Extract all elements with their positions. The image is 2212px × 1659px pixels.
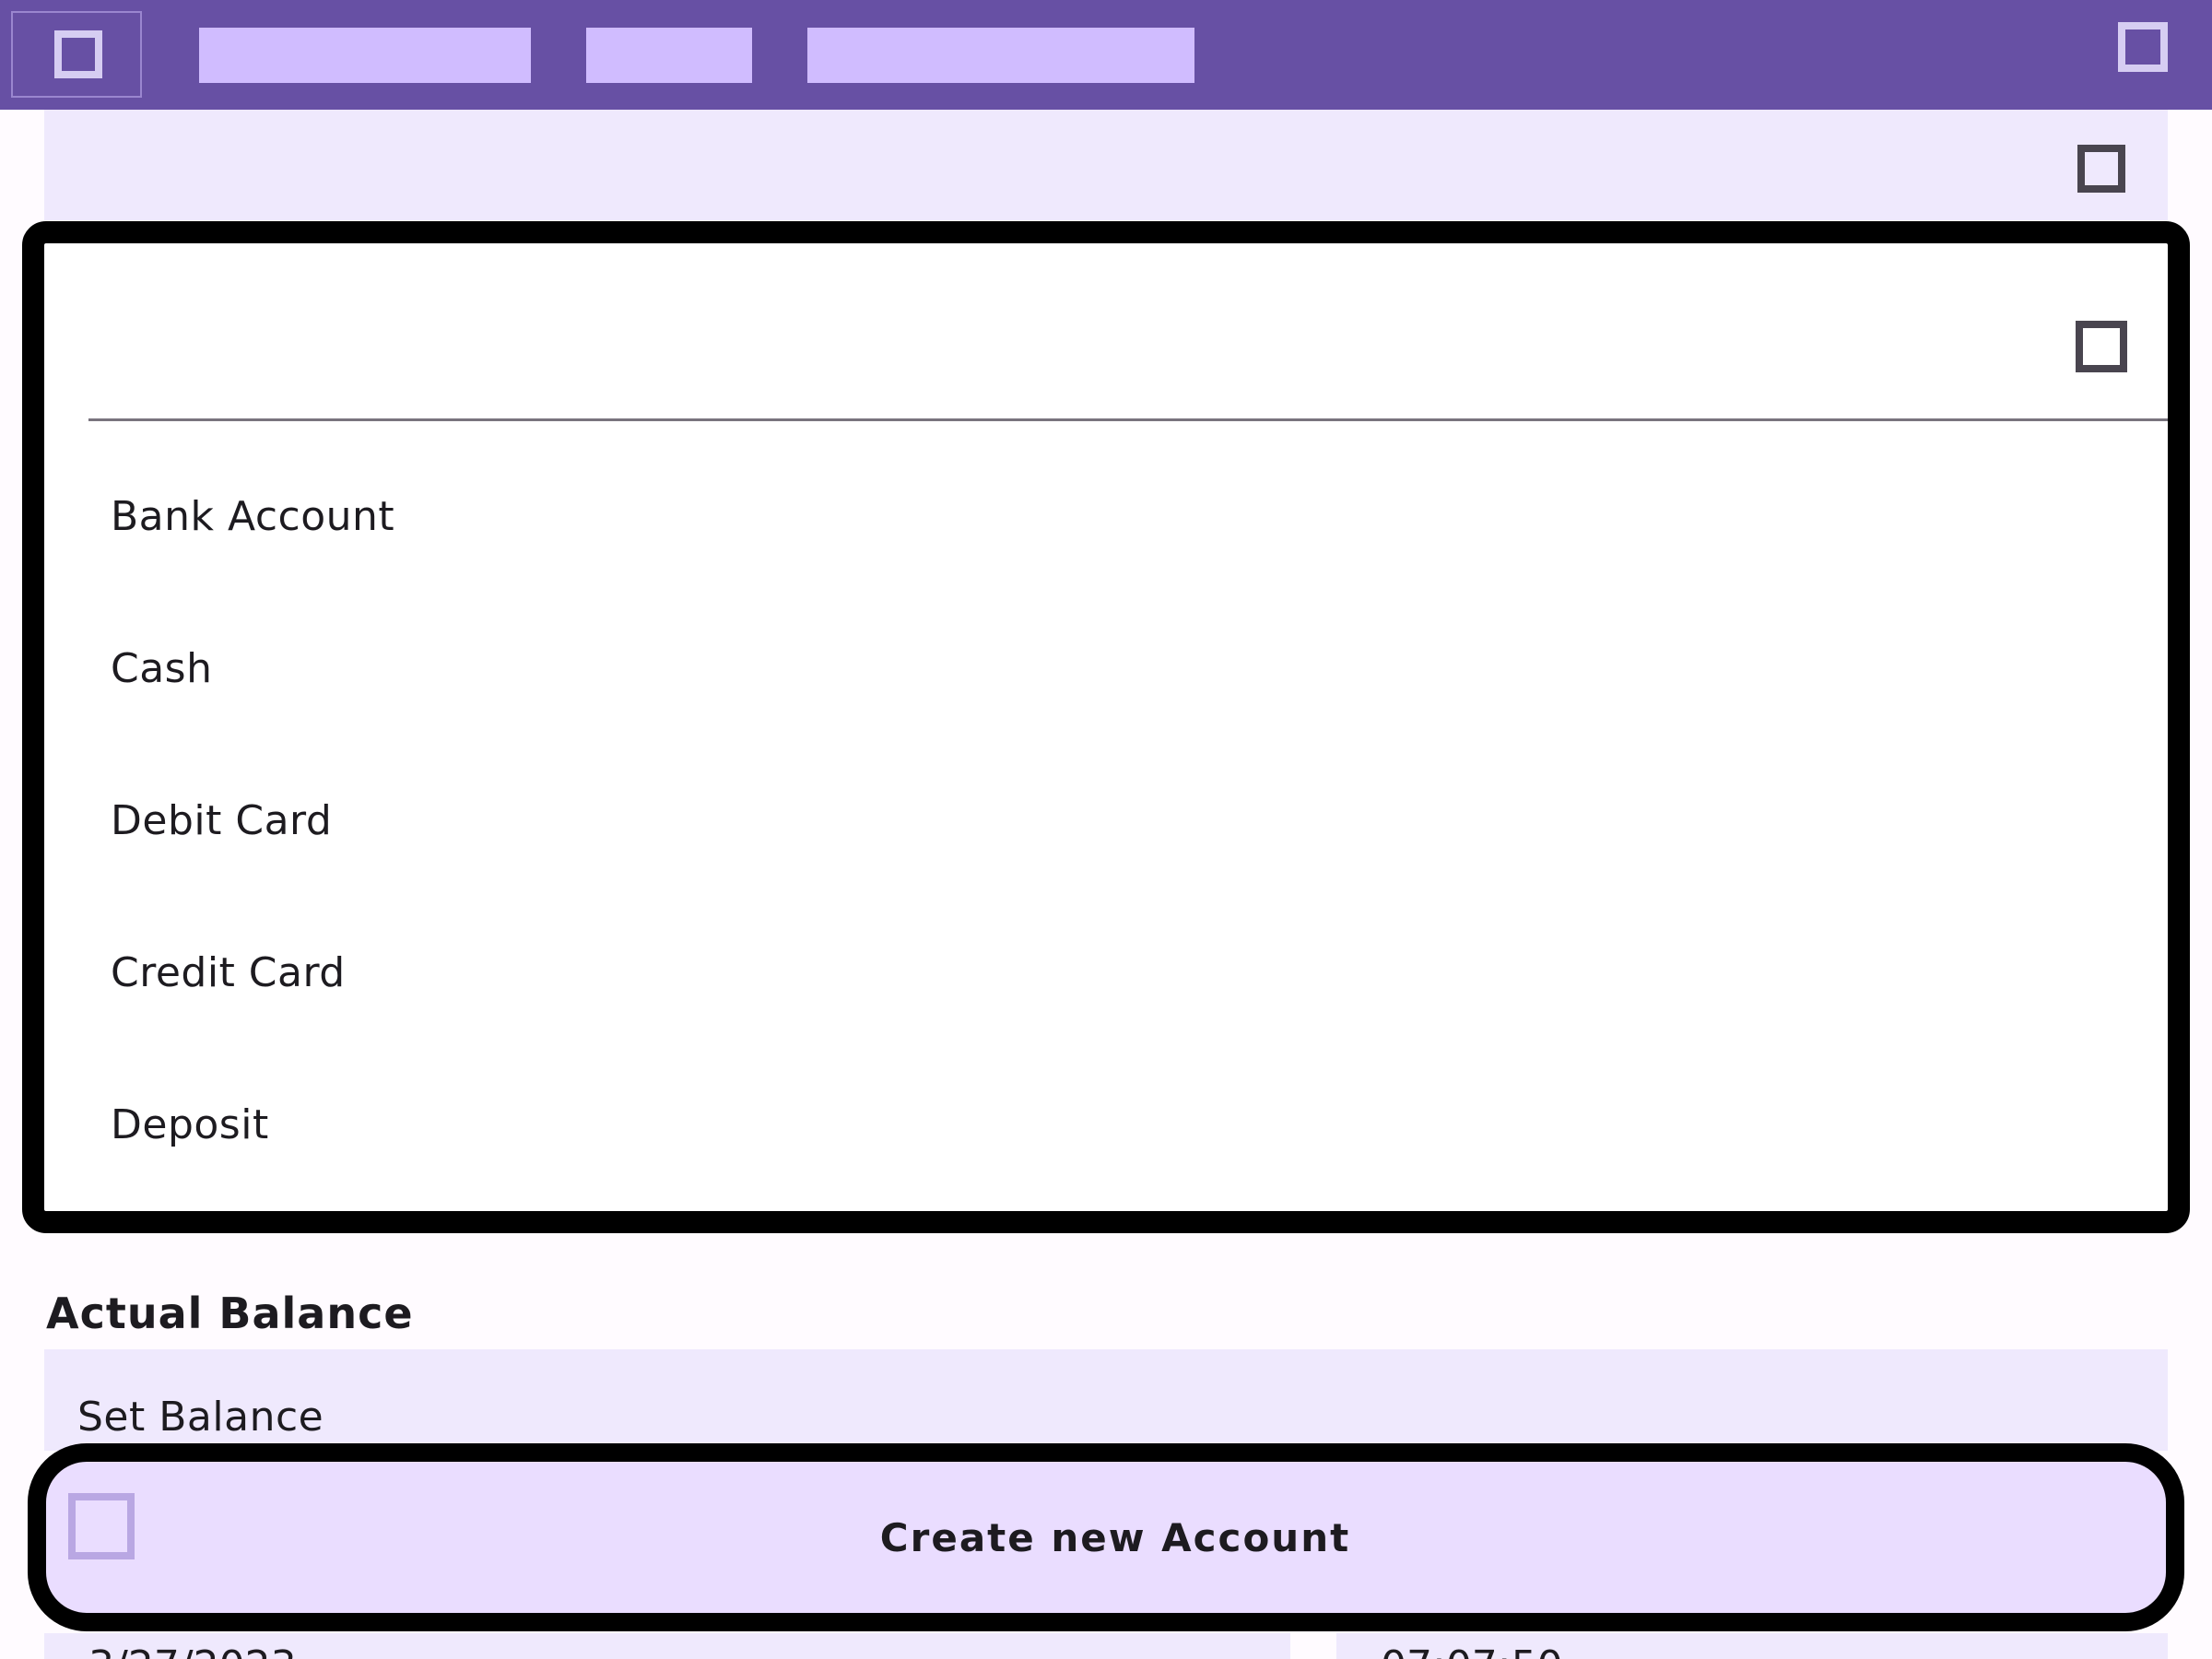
dropdown-icon[interactable] bbox=[2077, 145, 2125, 193]
app-bar bbox=[0, 0, 2212, 110]
option-cash[interactable]: Cash bbox=[44, 593, 2168, 745]
option-label: Debit Card bbox=[111, 797, 333, 844]
option-label: Cash bbox=[111, 645, 213, 692]
option-bank-account[interactable]: Bank Account bbox=[44, 441, 2168, 593]
create-account-button[interactable]: Create new Account bbox=[28, 1443, 2184, 1631]
close-icon[interactable] bbox=[2076, 321, 2127, 372]
menu-icon bbox=[54, 30, 102, 78]
create-account-label: Create new Account bbox=[879, 1514, 1351, 1560]
option-label: Credit Card bbox=[111, 949, 346, 996]
account-type-field[interactable] bbox=[44, 110, 2168, 220]
option-label: Bank Account bbox=[111, 493, 395, 540]
add-icon bbox=[68, 1493, 135, 1559]
menu-button[interactable] bbox=[11, 11, 142, 98]
breadcrumb-item-1[interactable] bbox=[199, 28, 531, 83]
option-debit-card[interactable]: Debit Card bbox=[44, 745, 2168, 897]
balance-placeholder: Set Balance bbox=[77, 1394, 324, 1441]
time-field[interactable]: 07:07:50 bbox=[1336, 1633, 2168, 1659]
date-value: 3/27/2023 bbox=[88, 1642, 297, 1659]
balance-input[interactable]: Set Balance bbox=[44, 1349, 2168, 1451]
breadcrumb-item-2[interactable] bbox=[586, 28, 752, 83]
time-value: 07:07:50 bbox=[1381, 1642, 1563, 1659]
option-credit-card[interactable]: Credit Card bbox=[44, 897, 2168, 1049]
option-label: Deposit bbox=[111, 1101, 269, 1148]
actual-balance-label: Actual Balance bbox=[46, 1288, 414, 1338]
account-type-dropdown: Bank Account Cash Debit Card Credit Card… bbox=[22, 221, 2190, 1233]
date-field[interactable]: 3/27/2023 bbox=[44, 1633, 1290, 1659]
option-deposit[interactable]: Deposit bbox=[44, 1049, 2168, 1201]
more-icon[interactable] bbox=[2118, 22, 2168, 72]
divider bbox=[88, 418, 2168, 421]
breadcrumb-item-3[interactable] bbox=[807, 28, 1194, 83]
